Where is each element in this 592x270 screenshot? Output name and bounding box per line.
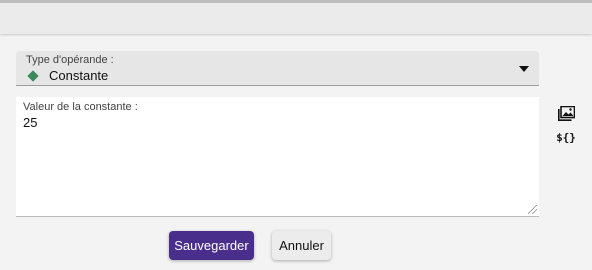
constant-value-field[interactable]: Valeur de la constante : 25 <box>16 97 539 217</box>
operand-type-label: Type d'opérande : <box>26 54 114 66</box>
operand-type-value: Constante <box>26 68 108 83</box>
variable-glyph: ${} <box>556 130 576 144</box>
green-diamond-icon <box>27 69 39 82</box>
operand-type-select[interactable]: Type d'opérande : Constante <box>16 51 539 86</box>
variable-icon[interactable]: ${} <box>556 128 576 146</box>
constant-value-label: Valeur de la constante : <box>23 101 138 113</box>
top-bar <box>0 0 592 34</box>
constant-value-text[interactable]: 25 <box>23 115 37 130</box>
cancel-button[interactable]: Annuler <box>272 231 331 260</box>
image-icon[interactable] <box>557 104 575 122</box>
resize-handle-icon[interactable] <box>528 205 537 214</box>
operand-type-value-text: Constante <box>49 68 109 83</box>
save-button[interactable]: Sauvegarder <box>169 231 254 260</box>
caret-down-icon[interactable] <box>519 66 529 72</box>
